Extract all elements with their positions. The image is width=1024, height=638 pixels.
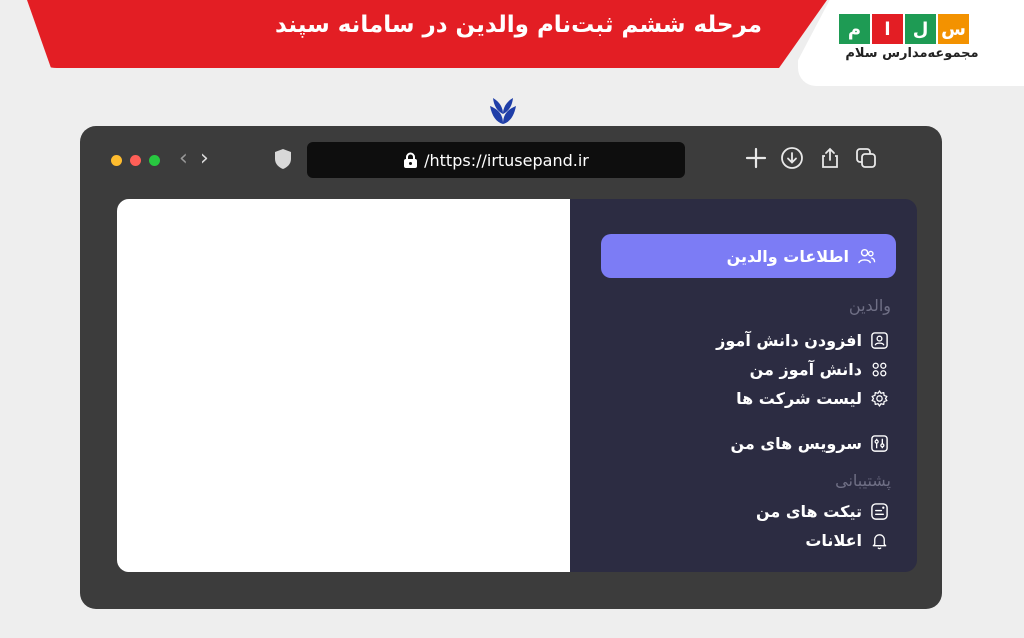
bell-icon — [872, 534, 887, 550]
sidebar: اطلاعات والدین والدین افزودن دانش آموز د… — [570, 199, 917, 572]
section-label-parents: والدین — [848, 296, 891, 315]
sidebar-item-companies-list[interactable]: لیست شرکت ها — [736, 389, 889, 408]
new-tab-icon[interactable] — [744, 146, 768, 170]
sidebar-item-parents-info[interactable]: اطلاعات والدین — [601, 234, 896, 278]
tabs-overview-icon[interactable] — [854, 146, 878, 170]
forward-button[interactable]: › — [200, 148, 209, 170]
close-button[interactable] — [130, 155, 141, 166]
sidebar-item-label: دانش آموز من — [749, 360, 862, 379]
logo-letter: م — [839, 14, 870, 44]
logo-letter: ا — [872, 14, 903, 44]
sidebar-item-my-services[interactable]: سرویس های من — [731, 434, 889, 453]
maximize-button[interactable] — [149, 155, 160, 166]
page-content-area — [117, 199, 570, 572]
sidebar-item-label: سرویس های من — [730, 434, 862, 453]
gear-icon — [871, 390, 888, 407]
ticket-icon — [871, 503, 888, 520]
brand-logo: م ا ل س — [839, 14, 969, 44]
section-label-support: پشتیبانی — [835, 471, 891, 490]
shield-icon[interactable] — [274, 148, 292, 170]
users-icon — [858, 248, 876, 263]
address-bar[interactable]: /https://irtusepand.ir — [307, 142, 685, 178]
sidebar-item-label: تیکت های من — [756, 502, 862, 521]
sidebar-item-label: لیست شرکت ها — [736, 389, 862, 408]
sidebar-item-my-tickets[interactable]: تیکت های من — [756, 502, 889, 521]
leaf-icon — [490, 98, 516, 124]
sidebar-item-add-student[interactable]: افزودن دانش آموز — [716, 331, 889, 350]
sliders-icon — [871, 435, 888, 452]
url-text: /https://irtusepand.ir — [424, 150, 589, 170]
sidebar-item-label: اعلانات — [805, 531, 862, 550]
logo-subtitle: مجموعه‌مدارس سلام — [845, 46, 979, 61]
browser-window: ‹ › /https://irtusepand.ir اطلاعات والدی… — [80, 126, 942, 609]
minimize-button[interactable] — [111, 155, 122, 166]
sidebar-item-my-students[interactable]: دانش آموز من — [750, 360, 889, 379]
page-title: مرحله ششم ثبت‌نام والدین در سامانه سپند — [275, 12, 762, 38]
lock-icon — [404, 152, 418, 168]
logo-letter: ل — [905, 14, 936, 44]
sidebar-item-notifications[interactable]: اعلانات — [805, 531, 889, 550]
user-badge-icon — [871, 332, 888, 349]
back-button[interactable]: ‹ — [179, 148, 188, 170]
group-icon — [872, 362, 887, 377]
download-icon[interactable] — [780, 146, 804, 170]
sidebar-item-label: اطلاعات والدین — [726, 246, 849, 266]
share-icon[interactable] — [818, 146, 842, 170]
sidebar-item-label: افزودن دانش آموز — [716, 331, 862, 350]
logo-letter: س — [938, 14, 969, 44]
